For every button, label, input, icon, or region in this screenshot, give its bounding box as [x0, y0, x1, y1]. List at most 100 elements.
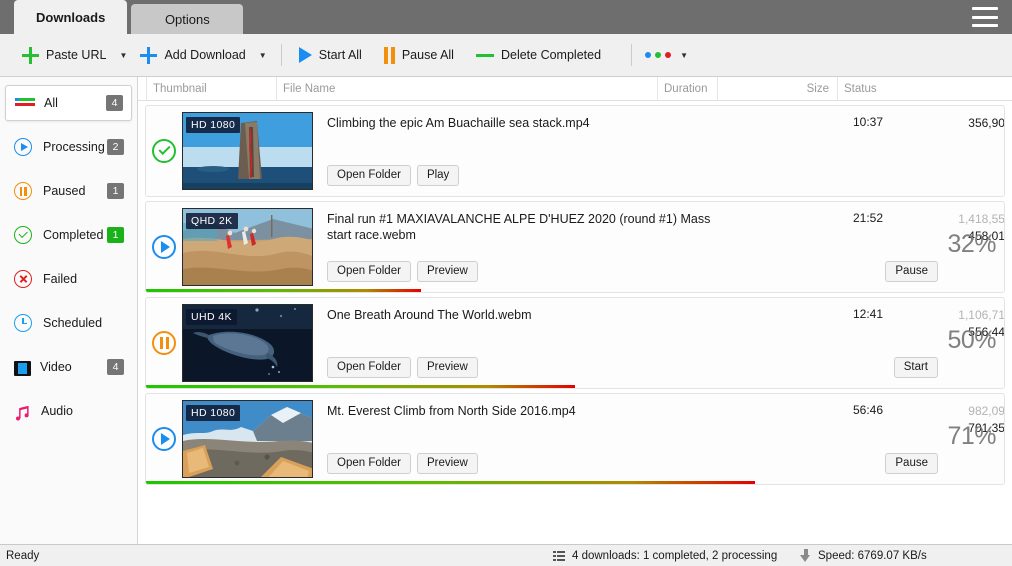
preview-button[interactable]: Preview: [417, 453, 478, 474]
row-content: Final run #1 MAXIAVALANCHE ALPE D'HUEZ 2…: [313, 202, 1004, 292]
quality-badge: UHD 4K: [186, 309, 237, 325]
open-folder-button[interactable]: Open Folder: [327, 357, 411, 378]
table-row[interactable]: UHD 4K One Breath Around The World.webm …: [145, 297, 1005, 389]
start-button[interactable]: Start: [894, 357, 938, 378]
thumbnail[interactable]: HD 1080: [182, 112, 313, 190]
column-header-thumbnail[interactable]: Thumbnail: [146, 77, 276, 101]
add-download-dropdown-icon[interactable]: ▼: [254, 39, 272, 71]
pause-all-button[interactable]: Pause All: [376, 39, 462, 71]
download-rows: HD 1080 Climbing the epic Am Buachaille …: [138, 101, 1012, 544]
open-folder-button[interactable]: Open Folder: [327, 453, 411, 474]
preview-button[interactable]: Preview: [417, 261, 478, 282]
paste-url-dropdown-icon[interactable]: ▼: [114, 39, 132, 71]
sidebar-item-paused[interactable]: Paused 1: [5, 173, 132, 209]
sidebar-item-label: Paused: [43, 184, 107, 198]
progress-bar: [146, 289, 421, 292]
sidebar: All 4 Processing 2 Paused 1: [0, 77, 138, 544]
start-all-button[interactable]: Start All: [291, 39, 370, 71]
more-options-button[interactable]: [641, 39, 675, 71]
progress-percent-label: 50%: [947, 326, 996, 355]
list-icon: [15, 98, 35, 112]
open-folder-button[interactable]: Open Folder: [327, 165, 411, 186]
tab-downloads[interactable]: Downloads: [14, 0, 127, 34]
row-actions: Open Folder Preview: [327, 357, 478, 378]
preview-button[interactable]: Preview: [417, 357, 478, 378]
duration: 21:52: [853, 211, 913, 225]
tab-options-label: Options: [165, 12, 210, 27]
table-row[interactable]: HD 1080 Climbing the epic Am Buachaille …: [145, 105, 1005, 197]
sidebar-item-audio[interactable]: Audio: [5, 393, 132, 429]
quality-badge: HD 1080: [186, 405, 240, 421]
progress-bar: [146, 481, 755, 484]
status-summary-text: 4 downloads: 1 completed, 2 processing: [572, 550, 777, 562]
size-total: 1,106,715 KB: [913, 307, 1005, 324]
sidebar-item-scheduled[interactable]: Scheduled: [5, 305, 132, 341]
sidebar-item-all[interactable]: All 4: [5, 85, 132, 121]
size-total: 982,095 KB: [913, 403, 1005, 420]
table-row[interactable]: QHD 2K Final run #1 MAXIAVALANCHE ALPE D…: [145, 201, 1005, 293]
add-download-button[interactable]: Add Download: [132, 39, 253, 71]
table-row[interactable]: HD 1080 Mt. Everest Climb from North Sid…: [145, 393, 1005, 485]
column-header-duration[interactable]: Duration: [657, 77, 717, 101]
pause-circle-icon: [152, 331, 176, 355]
sidebar-item-processing[interactable]: Processing 2: [5, 129, 132, 165]
sidebar-item-label: Scheduled: [43, 316, 124, 330]
progress-bar: [146, 385, 575, 388]
status-bar: Ready 4 downloads: 1 completed, 2 proces…: [0, 544, 1012, 566]
body-area: All 4 Processing 2 Paused 1: [0, 77, 1012, 544]
row-actions: Open Folder Play: [327, 165, 459, 186]
sidebar-item-failed[interactable]: Failed: [5, 261, 132, 297]
file-name: One Breath Around The World.webm: [327, 307, 712, 323]
column-header-size[interactable]: Size: [717, 77, 837, 101]
thumbnail[interactable]: QHD 2K: [182, 208, 313, 286]
list-column-headers: Thumbnail File Name Duration Size Status: [138, 77, 1012, 101]
hamburger-menu-icon[interactable]: [972, 7, 998, 27]
paste-url-label: Paste URL: [46, 48, 106, 62]
progress-percent-label: 32%: [947, 230, 996, 259]
row-state-toggle[interactable]: [146, 394, 182, 484]
row-state-toggle[interactable]: [146, 106, 182, 196]
row-action-right: Pause: [885, 261, 938, 282]
more-options-dropdown-icon[interactable]: ▼: [675, 39, 693, 71]
tab-downloads-label: Downloads: [36, 10, 105, 25]
tab-options[interactable]: Options: [131, 4, 243, 34]
quality-badge: QHD 2K: [186, 213, 238, 229]
column-header-file-name[interactable]: File Name: [276, 77, 657, 101]
sidebar-item-label: Audio: [41, 404, 124, 418]
paste-url-button[interactable]: Paste URL: [14, 39, 114, 71]
music-note-icon: [14, 404, 32, 421]
toolbar: Paste URL ▼ Add Download ▼ Start All Pau…: [0, 34, 1012, 77]
open-folder-button[interactable]: Open Folder: [327, 261, 411, 282]
download-list: Thumbnail File Name Duration Size Status: [138, 77, 1012, 544]
delete-completed-button[interactable]: Delete Completed: [468, 39, 609, 71]
check-circle-icon: [14, 225, 34, 245]
duration: 12:41: [853, 307, 913, 321]
status-badge: 1: [107, 183, 124, 199]
app-window: Downloads Options Paste URL ▼ Add Downlo…: [0, 0, 1012, 566]
status-summary: 4 downloads: 1 completed, 2 processing: [553, 550, 777, 562]
pause-all-label: Pause All: [402, 48, 454, 62]
toolbar-separator: [631, 44, 632, 66]
row-actions: Open Folder Preview: [327, 453, 478, 474]
row-action-right: Start: [894, 357, 938, 378]
size-total: 356,903 KB: [913, 115, 1005, 132]
start-all-label: Start All: [319, 48, 362, 62]
dash-icon: [476, 54, 494, 57]
sidebar-item-video[interactable]: Video 4: [5, 349, 132, 385]
pause-button[interactable]: Pause: [885, 453, 938, 474]
thumbnail[interactable]: HD 1080: [182, 400, 313, 478]
row-state-toggle[interactable]: [146, 298, 182, 388]
play-button[interactable]: Play: [417, 165, 459, 186]
sidebar-item-completed[interactable]: Completed 1: [5, 217, 132, 253]
play-circle-icon: [152, 235, 176, 259]
duration: 56:46: [853, 403, 913, 417]
row-state-toggle[interactable]: [146, 202, 182, 292]
status-speed-text: Speed: 6769.07 KB/s: [818, 550, 927, 562]
check-circle-icon: [152, 139, 176, 163]
file-name: Climbing the epic Am Buachaille sea stac…: [327, 115, 712, 131]
row-content: Climbing the epic Am Buachaille sea stac…: [313, 106, 1004, 196]
status-speed: Speed: 6769.07 KB/s: [800, 549, 927, 562]
pause-button[interactable]: Pause: [885, 261, 938, 282]
thumbnail[interactable]: UHD 4K: [182, 304, 313, 382]
column-header-status[interactable]: Status: [837, 77, 1012, 101]
